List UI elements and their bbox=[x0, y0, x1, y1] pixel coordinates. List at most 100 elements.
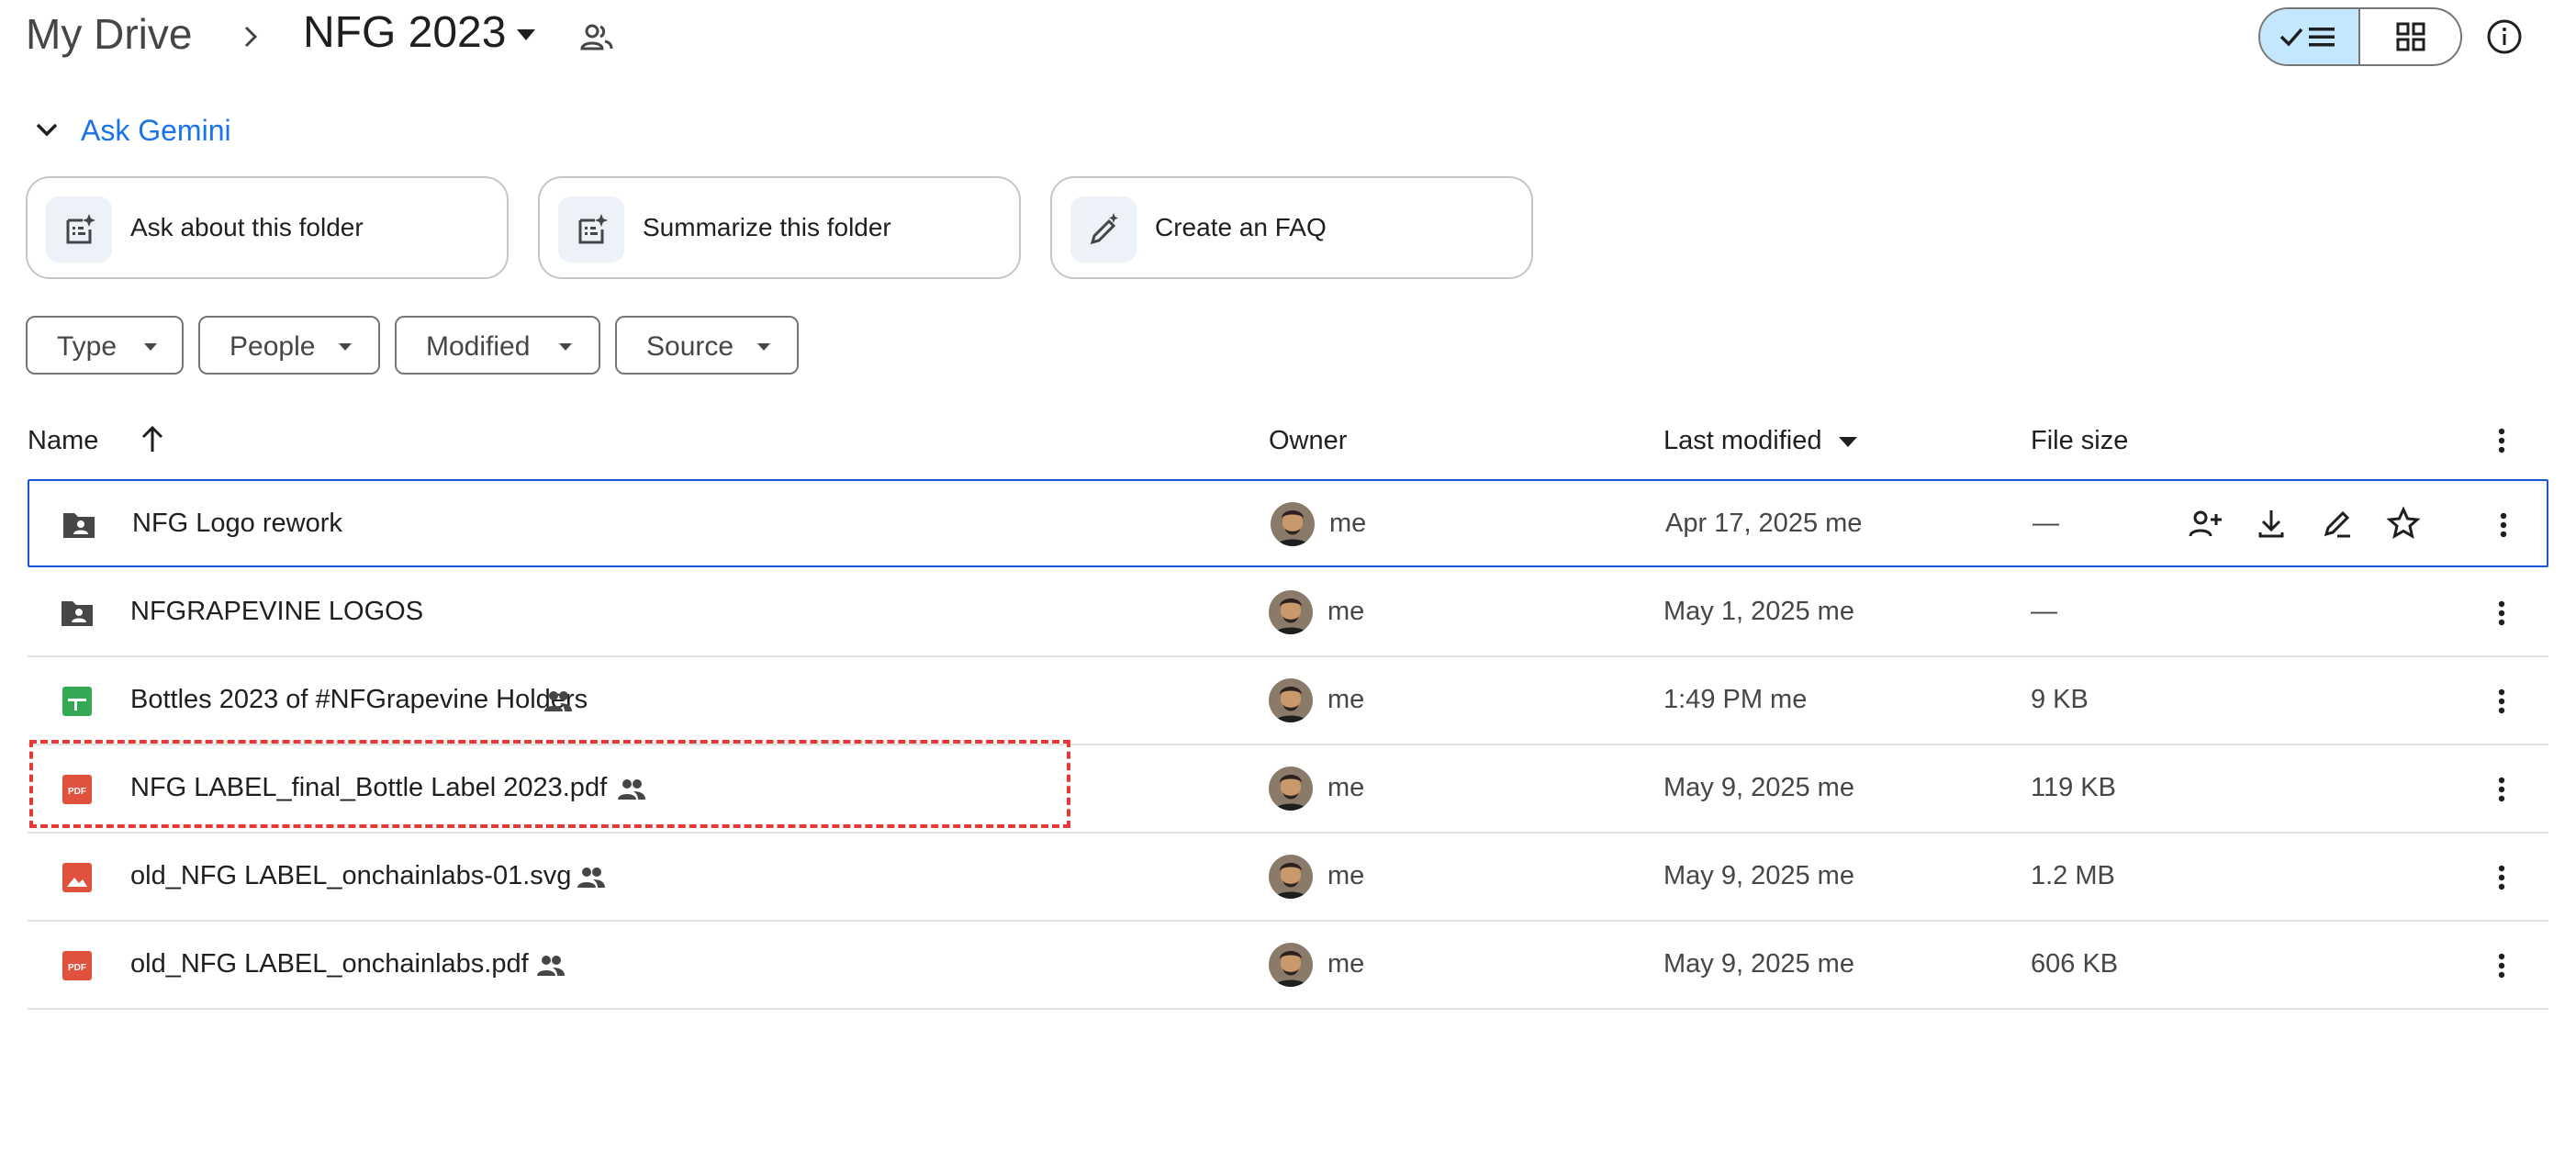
filter-source-label: Source bbox=[646, 331, 734, 362]
column-modified-header[interactable]: Last modified bbox=[1663, 426, 1822, 456]
more-vert-icon[interactable] bbox=[2488, 424, 2515, 457]
file-name[interactable]: NFGRAPEVINE LOGOS bbox=[130, 597, 423, 627]
filter-people-label: People bbox=[230, 331, 316, 362]
avatar bbox=[1269, 590, 1313, 634]
create-faq-button[interactable]: Create an FAQ bbox=[1050, 176, 1533, 279]
column-name-header[interactable]: Name bbox=[28, 426, 98, 456]
download-icon[interactable] bbox=[2253, 505, 2290, 542]
filter-type-label: Type bbox=[57, 331, 118, 362]
owner-avatar bbox=[1269, 855, 1313, 899]
table-row[interactable]: NFGRAPEVINE LOGOS me May 1, 2025 me — bbox=[28, 569, 2548, 657]
ask-gemini-toggle[interactable]: Ask Gemini bbox=[81, 114, 231, 148]
avatar bbox=[1269, 855, 1313, 899]
shared-people-icon bbox=[544, 691, 572, 711]
owner-name: me bbox=[1327, 861, 1365, 890]
last-modified: May 1, 2025 me bbox=[1663, 597, 1854, 626]
list-view-button[interactable] bbox=[2260, 9, 2361, 64]
file-size: 1.2 MB bbox=[2031, 861, 2115, 890]
owner-name: me bbox=[1327, 949, 1365, 979]
file-name[interactable]: old_NFG LABEL_onchainlabs.pdf bbox=[130, 949, 529, 979]
summarize-folder-label: Summarize this folder bbox=[643, 213, 891, 241]
file-name[interactable]: old_NFG LABEL_onchainlabs-01.svg bbox=[130, 861, 571, 891]
ask-folder-icon bbox=[46, 196, 112, 263]
avatar bbox=[1269, 767, 1313, 811]
file-size: 606 KB bbox=[2031, 949, 2119, 979]
header: My Drive NFG 2023 bbox=[0, 0, 2576, 73]
share-icon[interactable] bbox=[2187, 505, 2223, 542]
caret-down-icon[interactable] bbox=[514, 26, 538, 44]
shared-people-icon bbox=[577, 867, 605, 888]
shared-people-icon bbox=[537, 956, 565, 976]
pen-sparkle-icon bbox=[1070, 196, 1137, 263]
avatar bbox=[1269, 678, 1313, 722]
last-modified: May 9, 2025 me bbox=[1663, 949, 1854, 979]
file-size: 119 KB bbox=[2031, 773, 2116, 802]
table-row[interactable]: old_NFG LABEL_onchainlabs-01.svg me May 9,… bbox=[28, 834, 2548, 922]
breadcrumb-current[interactable]: NFG 2023 bbox=[303, 7, 506, 58]
more-vert-icon[interactable] bbox=[2488, 947, 2515, 984]
column-size-header[interactable]: File size bbox=[2031, 426, 2128, 456]
file-name[interactable]: NFG Logo rework bbox=[132, 509, 342, 539]
file-name[interactable]: Bottles 2023 of #NFGrapevine Holders bbox=[130, 685, 588, 715]
pdf-icon: PDF bbox=[62, 951, 92, 980]
image-icon bbox=[62, 863, 92, 892]
filter-type[interactable]: Type bbox=[26, 316, 184, 375]
caret-down-icon bbox=[144, 343, 157, 351]
last-modified: 1:49 PM me bbox=[1663, 685, 1808, 714]
filter-source[interactable]: Source bbox=[615, 316, 799, 375]
highlight-box bbox=[29, 740, 1070, 828]
more-vert-icon[interactable] bbox=[2490, 507, 2517, 543]
shared-folder-icon bbox=[63, 513, 95, 538]
caret-down-icon[interactable] bbox=[1838, 435, 1858, 448]
grid-view-button[interactable] bbox=[2360, 9, 2460, 64]
more-vert-icon[interactable] bbox=[2488, 771, 2515, 808]
rename-icon[interactable] bbox=[2319, 505, 2356, 542]
breadcrumb-root[interactable]: My Drive bbox=[26, 9, 192, 59]
last-modified: May 9, 2025 me bbox=[1663, 773, 1854, 802]
owner-name: me bbox=[1327, 773, 1365, 802]
ask-about-folder-button[interactable]: Ask about this folder bbox=[26, 176, 509, 279]
owner-avatar bbox=[1269, 767, 1313, 811]
arrow-up-icon[interactable] bbox=[138, 422, 167, 455]
more-vert-icon[interactable] bbox=[2488, 595, 2515, 632]
filter-modified[interactable]: Modified bbox=[395, 316, 600, 375]
caret-down-icon bbox=[757, 343, 770, 351]
owner-name: me bbox=[1327, 597, 1365, 626]
filter-people[interactable]: People bbox=[198, 316, 380, 375]
table-row[interactable]: NFG Logo rework me Apr 17, 2025 me — bbox=[28, 479, 2548, 567]
avatar bbox=[1271, 502, 1315, 546]
last-modified: Apr 17, 2025 me bbox=[1665, 509, 1863, 538]
star-icon[interactable] bbox=[2385, 505, 2422, 542]
svg-text:PDF: PDF bbox=[68, 963, 86, 973]
caret-down-icon bbox=[559, 343, 572, 351]
shared-folder-icon bbox=[62, 601, 93, 626]
file-size: — bbox=[2033, 509, 2059, 538]
summarize-icon bbox=[558, 196, 624, 263]
chevron-right-icon bbox=[244, 26, 258, 48]
check-list-icon bbox=[2279, 28, 2335, 47]
more-vert-icon[interactable] bbox=[2488, 859, 2515, 896]
caret-down-icon bbox=[339, 343, 352, 351]
chevron-down-icon[interactable] bbox=[31, 114, 62, 145]
view-toggle bbox=[2258, 7, 2462, 66]
owner-name: me bbox=[1329, 509, 1367, 538]
owner-avatar bbox=[1269, 678, 1313, 722]
file-size: 9 KB bbox=[2031, 685, 2089, 714]
create-faq-label: Create an FAQ bbox=[1155, 213, 1327, 241]
avatar bbox=[1269, 943, 1313, 987]
file-size: — bbox=[2031, 597, 2057, 626]
grid-icon bbox=[2396, 22, 2425, 51]
column-owner-header[interactable]: Owner bbox=[1269, 426, 1347, 456]
owner-name: me bbox=[1327, 685, 1365, 714]
table-row[interactable]: PDF old_NFG LABEL_onchainlabs.pdf me May 9,… bbox=[28, 922, 2548, 1010]
owner-avatar bbox=[1269, 943, 1313, 987]
info-icon[interactable] bbox=[2484, 17, 2525, 57]
owner-avatar bbox=[1269, 590, 1313, 634]
ask-about-folder-label: Ask about this folder bbox=[130, 213, 364, 241]
table-row[interactable]: Bottles 2023 of #NFGrapevine Holders me 1:… bbox=[28, 657, 2548, 745]
last-modified: May 9, 2025 me bbox=[1663, 861, 1854, 890]
shared-people-icon[interactable] bbox=[578, 18, 615, 55]
summarize-folder-button[interactable]: Summarize this folder bbox=[538, 176, 1021, 279]
more-vert-icon[interactable] bbox=[2488, 683, 2515, 720]
filter-modified-label: Modified bbox=[426, 331, 531, 362]
